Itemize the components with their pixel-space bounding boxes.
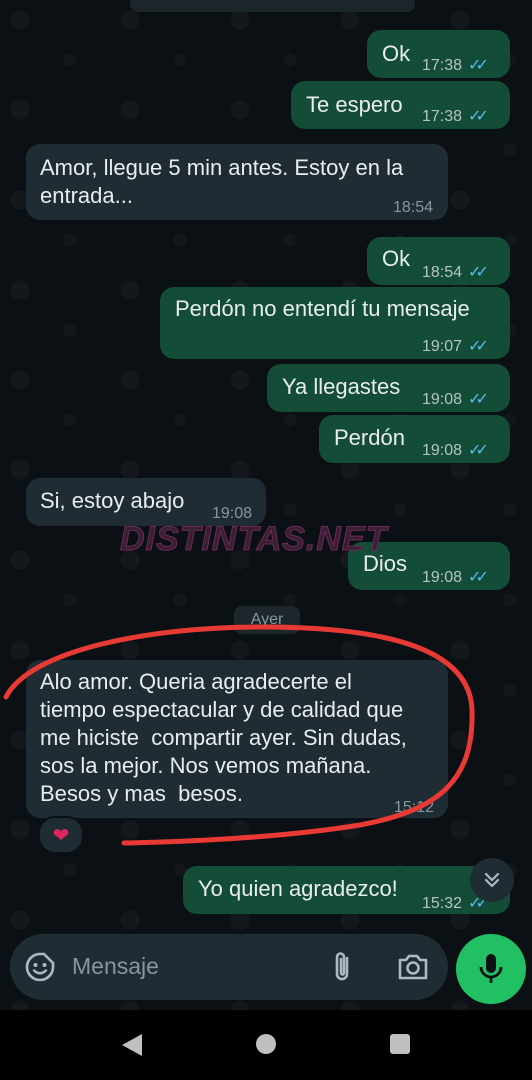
message-time: 18:54 — [393, 199, 434, 216]
message-time: 15:12 — [394, 799, 435, 816]
message-meta: 19:08 ✓✓ — [422, 564, 489, 592]
message-meta: 17:38 ✓✓ — [422, 52, 489, 80]
message-bubble-outgoing[interactable]: Perdón 19:08 ✓✓ — [319, 415, 510, 463]
watermark: DISTINTAS.NET — [119, 520, 388, 559]
message-time: 19:08 — [422, 391, 463, 408]
camera-icon[interactable] — [396, 952, 430, 982]
message-text: Te espero — [306, 92, 403, 117]
message-meta: 19:07 ✓✓ — [422, 333, 489, 361]
message-text: Ok — [382, 246, 411, 271]
message-time: 19:08 — [422, 569, 463, 586]
message-meta: 15:32 ✓✓ — [422, 890, 489, 918]
message-text: Perdón no entendí tu mensaje — [175, 296, 470, 321]
message-time: 19:08 — [422, 442, 463, 459]
back-icon[interactable] — [120, 1032, 144, 1058]
message-bubble-outgoing[interactable]: Perdón no entendí tu mensaje 19:07 ✓✓ — [160, 287, 510, 359]
message-meta: 18:54 ✓✓ — [422, 259, 489, 287]
message-time: 17:38 — [422, 108, 463, 125]
message-text: Alo amor. Queria agradecerte el tiempo e… — [40, 669, 407, 806]
message-bubble-outgoing[interactable]: Ok 18:54 ✓✓ — [367, 237, 510, 285]
message-text: Ya llegastes — [282, 374, 401, 399]
message-composer[interactable]: Mensaje — [10, 934, 448, 1000]
message-bubble-outgoing[interactable]: Ok 17:38 ✓✓ — [367, 30, 510, 78]
message-time: 15:32 — [422, 895, 463, 912]
double-chevron-down-icon — [484, 872, 500, 888]
message-time: 19:07 — [422, 338, 463, 355]
double-check-icon: ✓✓ — [468, 57, 489, 74]
double-check-icon: ✓✓ — [468, 338, 489, 355]
message-meta: 17:38 ✓✓ — [422, 103, 489, 131]
day-separator: Ayer — [234, 606, 300, 634]
message-text: Perdón — [334, 425, 405, 450]
message-bubble-outgoing[interactable]: Ya llegastes 19:08 ✓✓ — [267, 364, 510, 412]
recent-apps-icon[interactable] — [390, 1034, 410, 1054]
chat-area: Ok 17:38 ✓✓ Te espero 17:38 ✓✓ Amor, lle… — [0, 0, 532, 1010]
message-meta: 19:08 ✓✓ — [422, 386, 489, 414]
message-bubble-incoming[interactable]: Amor, llegue 5 min antes. Estoy en la en… — [26, 144, 448, 220]
double-check-icon: ✓✓ — [468, 108, 489, 125]
message-text: Ok — [382, 41, 411, 66]
message-meta: 19:08 ✓✓ — [422, 437, 489, 465]
message-bubble-outgoing[interactable]: Yo quien agradezco! 15:32 ✓✓ — [183, 866, 510, 914]
previous-message-edge — [130, 0, 415, 12]
scroll-to-bottom-button[interactable] — [470, 858, 514, 902]
message-time: 17:38 — [422, 57, 463, 74]
sticker-emoji-icon[interactable] — [24, 951, 56, 983]
message-text: Si, estoy abajo — [40, 488, 185, 513]
message-input[interactable]: Mensaje — [72, 953, 159, 980]
double-check-icon: ✓✓ — [468, 391, 489, 408]
voice-message-button[interactable] — [456, 934, 526, 1004]
double-check-icon: ✓✓ — [468, 569, 489, 586]
heart-reaction-icon[interactable]: ❤ — [38, 816, 84, 854]
message-text: Amor, llegue 5 min antes. Estoy en la en… — [40, 155, 404, 208]
message-time: 18:54 — [422, 264, 463, 281]
double-check-icon: ✓✓ — [468, 264, 489, 281]
double-check-icon: ✓✓ — [468, 442, 489, 459]
message-text: Yo quien agradezco! — [198, 876, 398, 901]
message-bubble-outgoing[interactable]: Te espero 17:38 ✓✓ — [291, 81, 510, 129]
paperclip-icon[interactable] — [328, 950, 358, 984]
message-bubble-incoming[interactable]: Alo amor. Queria agradecerte el tiempo e… — [26, 660, 448, 818]
message-bubble-incoming[interactable]: Si, estoy abajo 19:08 — [26, 478, 266, 526]
home-icon[interactable] — [256, 1034, 276, 1054]
microphone-icon — [479, 954, 503, 983]
